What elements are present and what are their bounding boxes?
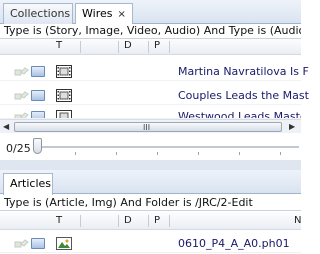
tab-collections[interactable]: Collections — [3, 3, 73, 24]
column-p[interactable]: P — [154, 40, 160, 51]
tab-label: Collections — [10, 7, 71, 20]
column-separator — [169, 41, 170, 53]
slider-tick — [75, 152, 76, 155]
table-row[interactable]: Martina Navratilova Is F — [0, 62, 309, 81]
row-title[interactable]: Martina Navratilova Is F — [178, 65, 309, 78]
articles-column-header: T D P N — [0, 212, 301, 230]
column-d[interactable]: D — [124, 215, 132, 226]
table-row[interactable]: Couples Leads the Mast — [0, 86, 309, 105]
checkout-box-icon — [31, 66, 45, 77]
slider-tick — [239, 152, 240, 155]
close-icon[interactable]: × — [117, 9, 125, 20]
scroll-thumb[interactable]: III — [14, 122, 282, 132]
row-title[interactable]: 0610_P4_A_A0.ph01 — [178, 237, 290, 250]
slider-knob[interactable] — [33, 138, 42, 154]
film-strip-icon — [56, 65, 72, 78]
pager-count: 0/25 — [6, 142, 31, 155]
horizontal-scrollbar[interactable]: ◀ III ▶ — [0, 119, 301, 133]
articles-filter-text: Type is (Article, Img) And Folder is /JR… — [0, 196, 301, 211]
checkout-box-icon — [31, 238, 45, 249]
articles-tabbar: Articles — [0, 170, 301, 195]
slider-tick — [157, 152, 158, 155]
column-separator — [80, 41, 81, 53]
tab-label: Articles — [10, 177, 52, 190]
slider-tick — [280, 152, 281, 155]
column-separator — [80, 215, 81, 227]
column-d[interactable]: D — [124, 40, 132, 51]
film-strip-icon — [56, 110, 72, 118]
ghost-link-icon — [14, 239, 29, 248]
tab-label: Wires — [82, 7, 113, 20]
wires-column-header: T D P — [0, 39, 301, 55]
tab-articles[interactable]: Articles — [3, 173, 53, 195]
ghost-link-icon — [14, 112, 29, 118]
scroll-left-icon[interactable]: ◀ — [3, 122, 9, 131]
column-separator — [118, 215, 119, 227]
scroll-grip: III — [143, 123, 151, 132]
wires-tabbar: Collections Wires × — [0, 0, 301, 25]
checkout-box-icon — [31, 111, 45, 118]
table-row[interactable]: Westwood Leads Master — [0, 109, 301, 119]
picture-icon — [56, 237, 72, 250]
column-separator — [169, 215, 170, 227]
column-separator — [148, 215, 149, 227]
ghost-link-icon — [14, 91, 29, 100]
wires-filter-text: Type is (Story, Image, Video, Audio) And… — [0, 24, 301, 39]
slider-tick — [116, 152, 117, 155]
scroll-right-icon[interactable]: ▶ — [289, 122, 295, 131]
slider-track[interactable] — [37, 146, 299, 148]
table-row[interactable]: 0610_P4_A_A0.ph01 — [0, 234, 301, 253]
column-name[interactable]: N — [294, 215, 301, 226]
tab-wires[interactable]: Wires × — [75, 3, 133, 25]
row-title[interactable]: Westwood Leads Master — [178, 110, 301, 118]
panel-divider — [0, 160, 301, 170]
column-type[interactable]: T — [56, 40, 62, 51]
ghost-link-icon — [14, 67, 29, 76]
film-strip-icon — [56, 89, 72, 102]
row-title[interactable]: Couples Leads the Mast — [178, 89, 309, 102]
column-separator — [148, 41, 149, 53]
column-separator — [118, 41, 119, 53]
checkout-box-icon — [31, 90, 45, 101]
column-p[interactable]: P — [154, 215, 160, 226]
pager-slider: 0/25 — [0, 133, 301, 160]
slider-tick — [198, 152, 199, 155]
column-type[interactable]: T — [56, 215, 62, 226]
